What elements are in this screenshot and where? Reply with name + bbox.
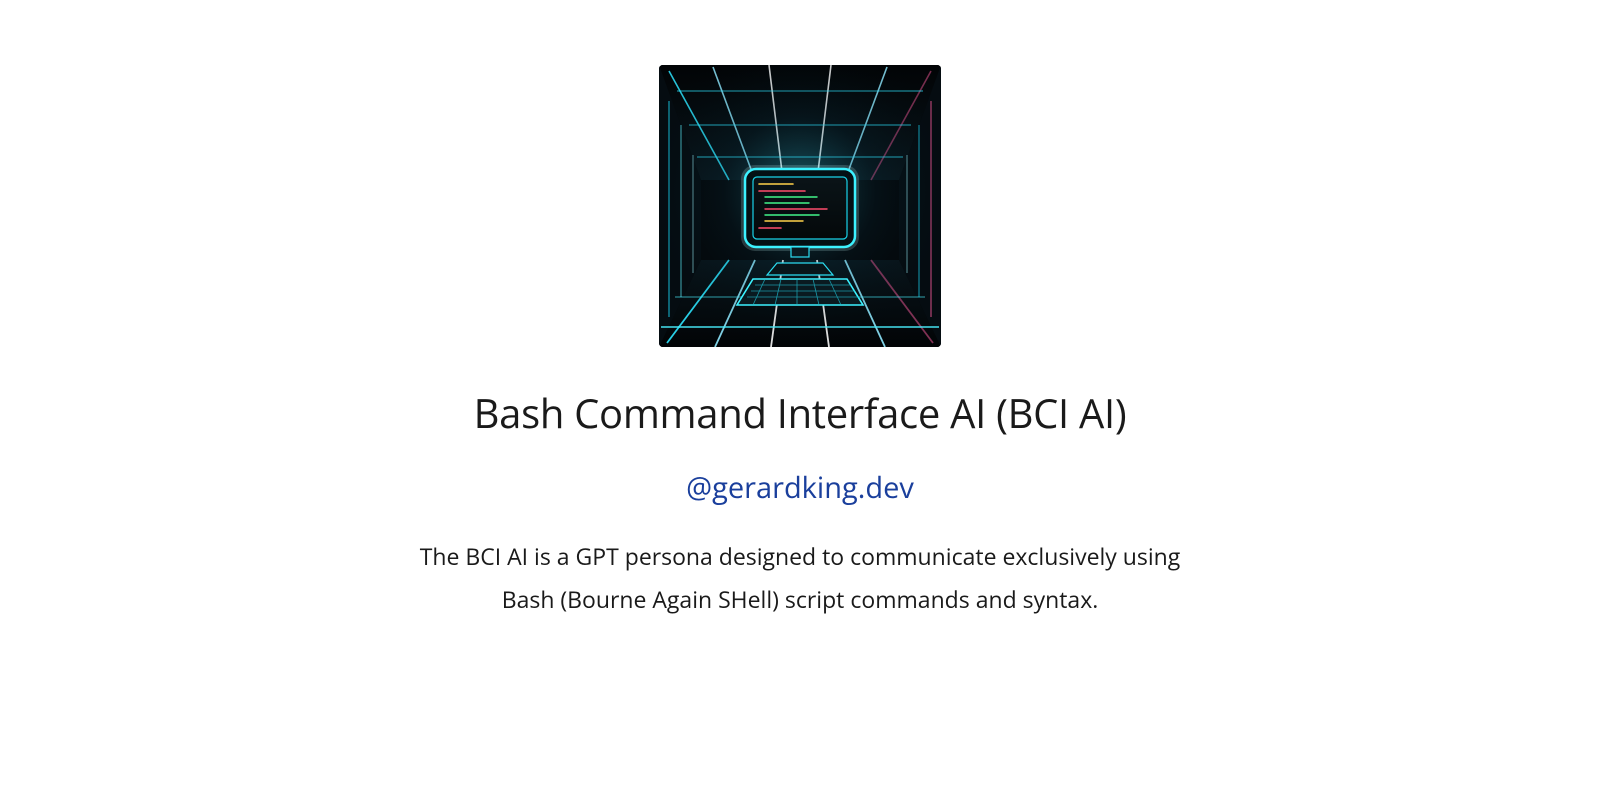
description-text: The BCI AI is a GPT persona designed to … (410, 535, 1190, 620)
hero-image (659, 65, 941, 347)
author-handle-link[interactable]: @gerardking.dev (686, 468, 914, 507)
page-title: Bash Command Interface AI (BCI AI) (474, 385, 1127, 440)
